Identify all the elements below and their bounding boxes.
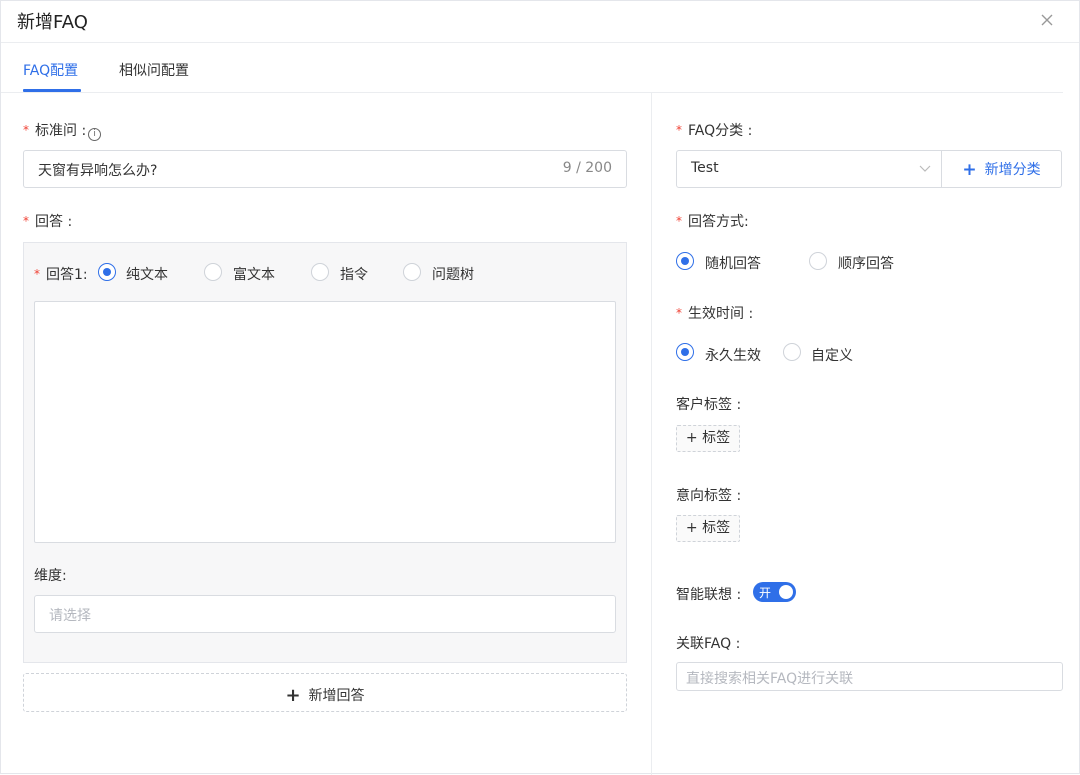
dialog-header: 新增FAQ: [1, 1, 1079, 43]
active-tab-indicator: [23, 89, 81, 92]
answer-1-label: * 回答1:: [34, 264, 88, 284]
add-category-label: 新增分类: [984, 162, 1041, 178]
effective-time-label: * 生效时间 :: [676, 303, 753, 323]
radio-custom[interactable]: [783, 343, 801, 361]
faq-category-value: Test: [691, 160, 719, 176]
add-customer-tag-button[interactable]: + 标签: [676, 425, 740, 452]
effective-time-label-text: 生效时间 :: [688, 306, 754, 322]
radio-question-tree-label: 问题树: [432, 267, 474, 283]
tab-bar: FAQ配置 相似问配置: [1, 43, 1063, 93]
faq-category-label: * FAQ分类 :: [676, 120, 752, 140]
radio-permanent[interactable]: [676, 343, 694, 361]
switch-on-text: 开: [759, 586, 772, 600]
add-category-button[interactable]: + 新增分类: [941, 150, 1062, 188]
radio-sequential-answer[interactable]: [809, 252, 827, 270]
smart-association-label: 智能联想 :: [676, 587, 742, 603]
standard-question-label-text: 标准问 :: [35, 123, 87, 139]
faq-category-label-text: FAQ分类 :: [688, 123, 753, 139]
required-mark: *: [23, 214, 29, 228]
faq-category-select[interactable]: Test: [676, 150, 942, 188]
radio-random-answer[interactable]: [676, 252, 694, 270]
radio-rich-text-label: 富文本: [233, 267, 275, 283]
radio-plain-text[interactable]: [98, 263, 116, 281]
close-icon[interactable]: [1037, 10, 1057, 30]
tab-faq-config[interactable]: FAQ配置: [23, 60, 78, 80]
radio-random-answer-label: 随机回答: [705, 256, 761, 272]
answer-mode-label: * 回答方式:: [676, 211, 749, 231]
add-intent-tag-button[interactable]: + 标签: [676, 515, 740, 542]
column-divider: [651, 93, 652, 775]
info-icon[interactable]: i: [88, 128, 102, 141]
answer-label-text: 回答 :: [35, 214, 73, 230]
radio-command[interactable]: [311, 263, 329, 281]
customer-tags-label: 客户标签 :: [676, 397, 742, 413]
char-counter: 9 / 200: [562, 160, 612, 176]
radio-permanent-label: 永久生效: [705, 348, 761, 364]
tab-similar-questions[interactable]: 相似问配置: [119, 60, 189, 80]
answer-content-textarea[interactable]: [34, 301, 616, 543]
plus-icon: +: [962, 160, 977, 180]
standard-question-input[interactable]: 天窗有异响怎么办? 9 / 200: [23, 150, 627, 188]
intent-tags-label: 意向标签 :: [676, 488, 742, 504]
switch-knob: [779, 585, 793, 599]
smart-association-switch[interactable]: 开: [753, 582, 796, 602]
plus-icon: +: [285, 685, 301, 706]
dimension-placeholder: 请选择: [49, 608, 91, 624]
dialog-title: 新增FAQ: [17, 12, 88, 33]
related-faq-placeholder: 直接搜索相关FAQ进行关联: [686, 671, 854, 687]
answer-card: * 回答1: 纯文本 富文本 指令 问题树 维度: 请选择: [23, 242, 627, 663]
radio-rich-text[interactable]: [204, 263, 222, 281]
related-faq-label: 关联FAQ :: [676, 636, 741, 652]
answer-1-label-text: 回答1:: [46, 267, 88, 283]
chevron-down-icon: [919, 165, 931, 172]
add-answer-button[interactable]: + 新增回答: [23, 673, 627, 712]
add-answer-label: 新增回答: [308, 688, 365, 704]
required-mark: *: [34, 267, 40, 281]
required-mark: *: [676, 214, 682, 228]
required-mark: *: [676, 306, 682, 320]
required-mark: *: [23, 123, 29, 137]
answer-label: * 回答 :: [23, 211, 72, 231]
required-mark: *: [676, 123, 682, 137]
radio-custom-label: 自定义: [811, 348, 853, 364]
dimension-select[interactable]: 请选择: [34, 595, 616, 633]
radio-command-label: 指令: [340, 267, 368, 283]
radio-question-tree[interactable]: [403, 263, 421, 281]
radio-sequential-answer-label: 顺序回答: [838, 256, 894, 272]
answer-mode-label-text: 回答方式:: [688, 214, 749, 230]
related-faq-search-input[interactable]: 直接搜索相关FAQ进行关联: [676, 662, 1063, 691]
add-faq-dialog: 新增FAQ FAQ配置 相似问配置 * 标准问 :i 天窗有异响怎么办? 9 / …: [0, 0, 1080, 775]
radio-plain-text-label: 纯文本: [126, 267, 168, 283]
standard-question-label: * 标准问 :i: [23, 120, 102, 141]
standard-question-value: 天窗有异响怎么办?: [38, 163, 158, 179]
dimension-label: 维度:: [34, 568, 67, 584]
